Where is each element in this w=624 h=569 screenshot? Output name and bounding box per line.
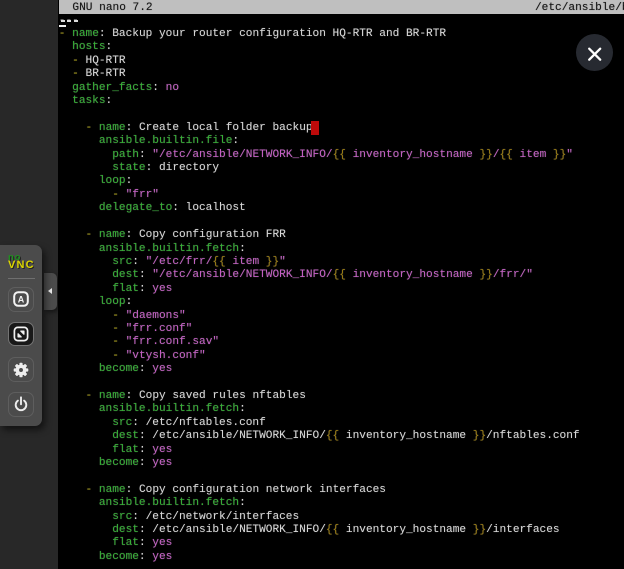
svg-text:A: A xyxy=(18,295,25,305)
